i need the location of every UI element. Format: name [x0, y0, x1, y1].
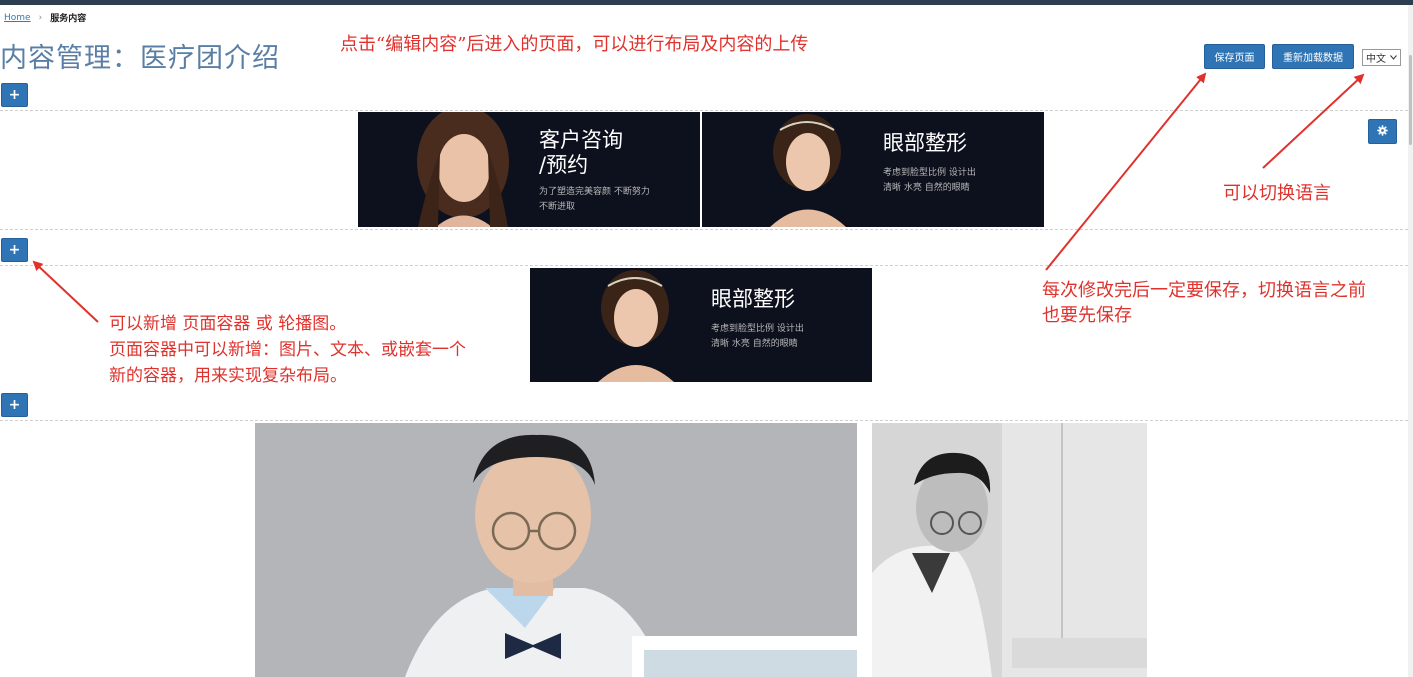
top-bar — [0, 0, 1413, 5]
page-scrollbar[interactable] — [1408, 5, 1413, 677]
portrait-image — [598, 270, 674, 382]
banner-customer-consult[interactable]: 客户咨询 /预约 为了塑造完美容颜 不断努力 不断进取 — [358, 112, 700, 227]
banner-subtitle-line1: 考虑到脸型比例 设计出 — [711, 324, 804, 334]
chevron-down-icon — [1390, 52, 1397, 63]
arrow-to-add — [32, 260, 99, 323]
portrait-image — [417, 112, 509, 227]
scrollbar-thumb[interactable] — [1409, 55, 1412, 145]
annotation-add-line2: 页面容器中可以新增：图片、文本、或嵌套一个 — [109, 340, 466, 360]
page-title: 内容管理：医疗团介绍 — [0, 43, 280, 74]
annotation-language: 可以切换语言 — [1223, 183, 1331, 204]
banner-subtitle-line1: 为了塑造完美容颜 不断努力 — [539, 187, 650, 197]
banner-subtitle-line2: 清晰 水亮 自然的眼睛 — [883, 183, 970, 193]
container-divider — [0, 110, 1408, 111]
banner-eye-surgery-carousel[interactable]: 眼部整形 考虑到脸型比例 设计出 清晰 水亮 自然的眼睛 — [530, 268, 872, 382]
gear-icon — [1377, 124, 1388, 139]
doctor-portrait-image — [872, 423, 1147, 677]
breadcrumb-current: 服务内容 — [50, 14, 87, 24]
banner-title-line2: /预约 — [539, 153, 589, 177]
annotation-add-line3: 新的容器，用来实现复杂布局。 — [109, 366, 347, 386]
banner-subtitle-line2: 清晰 水亮 自然的眼睛 — [711, 339, 798, 349]
breadcrumb: Home › 服务内容 — [4, 11, 87, 25]
portrait-image — [770, 114, 846, 227]
arrow-to-language — [1262, 73, 1365, 169]
banner-eye-surgery[interactable]: 眼部整形 考虑到脸型比例 设计出 清晰 水亮 自然的眼睛 — [702, 112, 1044, 227]
banner-title-line1: 客户咨询 — [539, 128, 623, 152]
arrow-to-save — [1045, 72, 1207, 271]
doctor-photo-main[interactable] — [255, 423, 857, 677]
annotation-save-line2: 也要先保存 — [1042, 305, 1132, 326]
save-page-button[interactable]: 保存页面 — [1204, 44, 1265, 69]
banner-subtitle-line1: 考虑到脸型比例 设计出 — [883, 168, 976, 178]
breadcrumb-home-link[interactable]: Home — [4, 13, 31, 23]
container-divider — [0, 420, 1408, 421]
container-divider — [0, 229, 1408, 230]
add-container-button[interactable]: + — [1, 83, 28, 107]
settings-button[interactable] — [1368, 119, 1397, 144]
banner-title: 眼部整形 — [711, 287, 795, 311]
add-container-button[interactable]: + — [1, 238, 28, 262]
breadcrumb-separator: › — [38, 12, 43, 23]
doctor-photo-secondary[interactable] — [872, 423, 1147, 677]
reload-data-button[interactable]: 重新加载数据 — [1272, 44, 1354, 69]
annotation-add-line1: 可以新增 页面容器 或 轮播图。 — [109, 314, 347, 334]
container-divider — [0, 265, 1408, 266]
banner-subtitle-line2: 不断进取 — [539, 202, 576, 212]
annotation-save-line1: 每次修改完后一定要保存，切换语言之前 — [1042, 280, 1366, 301]
banner-title: 眼部整形 — [883, 131, 967, 155]
add-container-button[interactable]: + — [1, 393, 28, 417]
language-select[interactable]: 中文 — [1362, 49, 1401, 66]
doctor-portrait-image — [255, 423, 857, 677]
language-select-value: 中文 — [1366, 54, 1386, 65]
annotation-top: 点击“编辑内容”后进入的页面，可以进行布局及内容的上传 — [340, 34, 809, 55]
